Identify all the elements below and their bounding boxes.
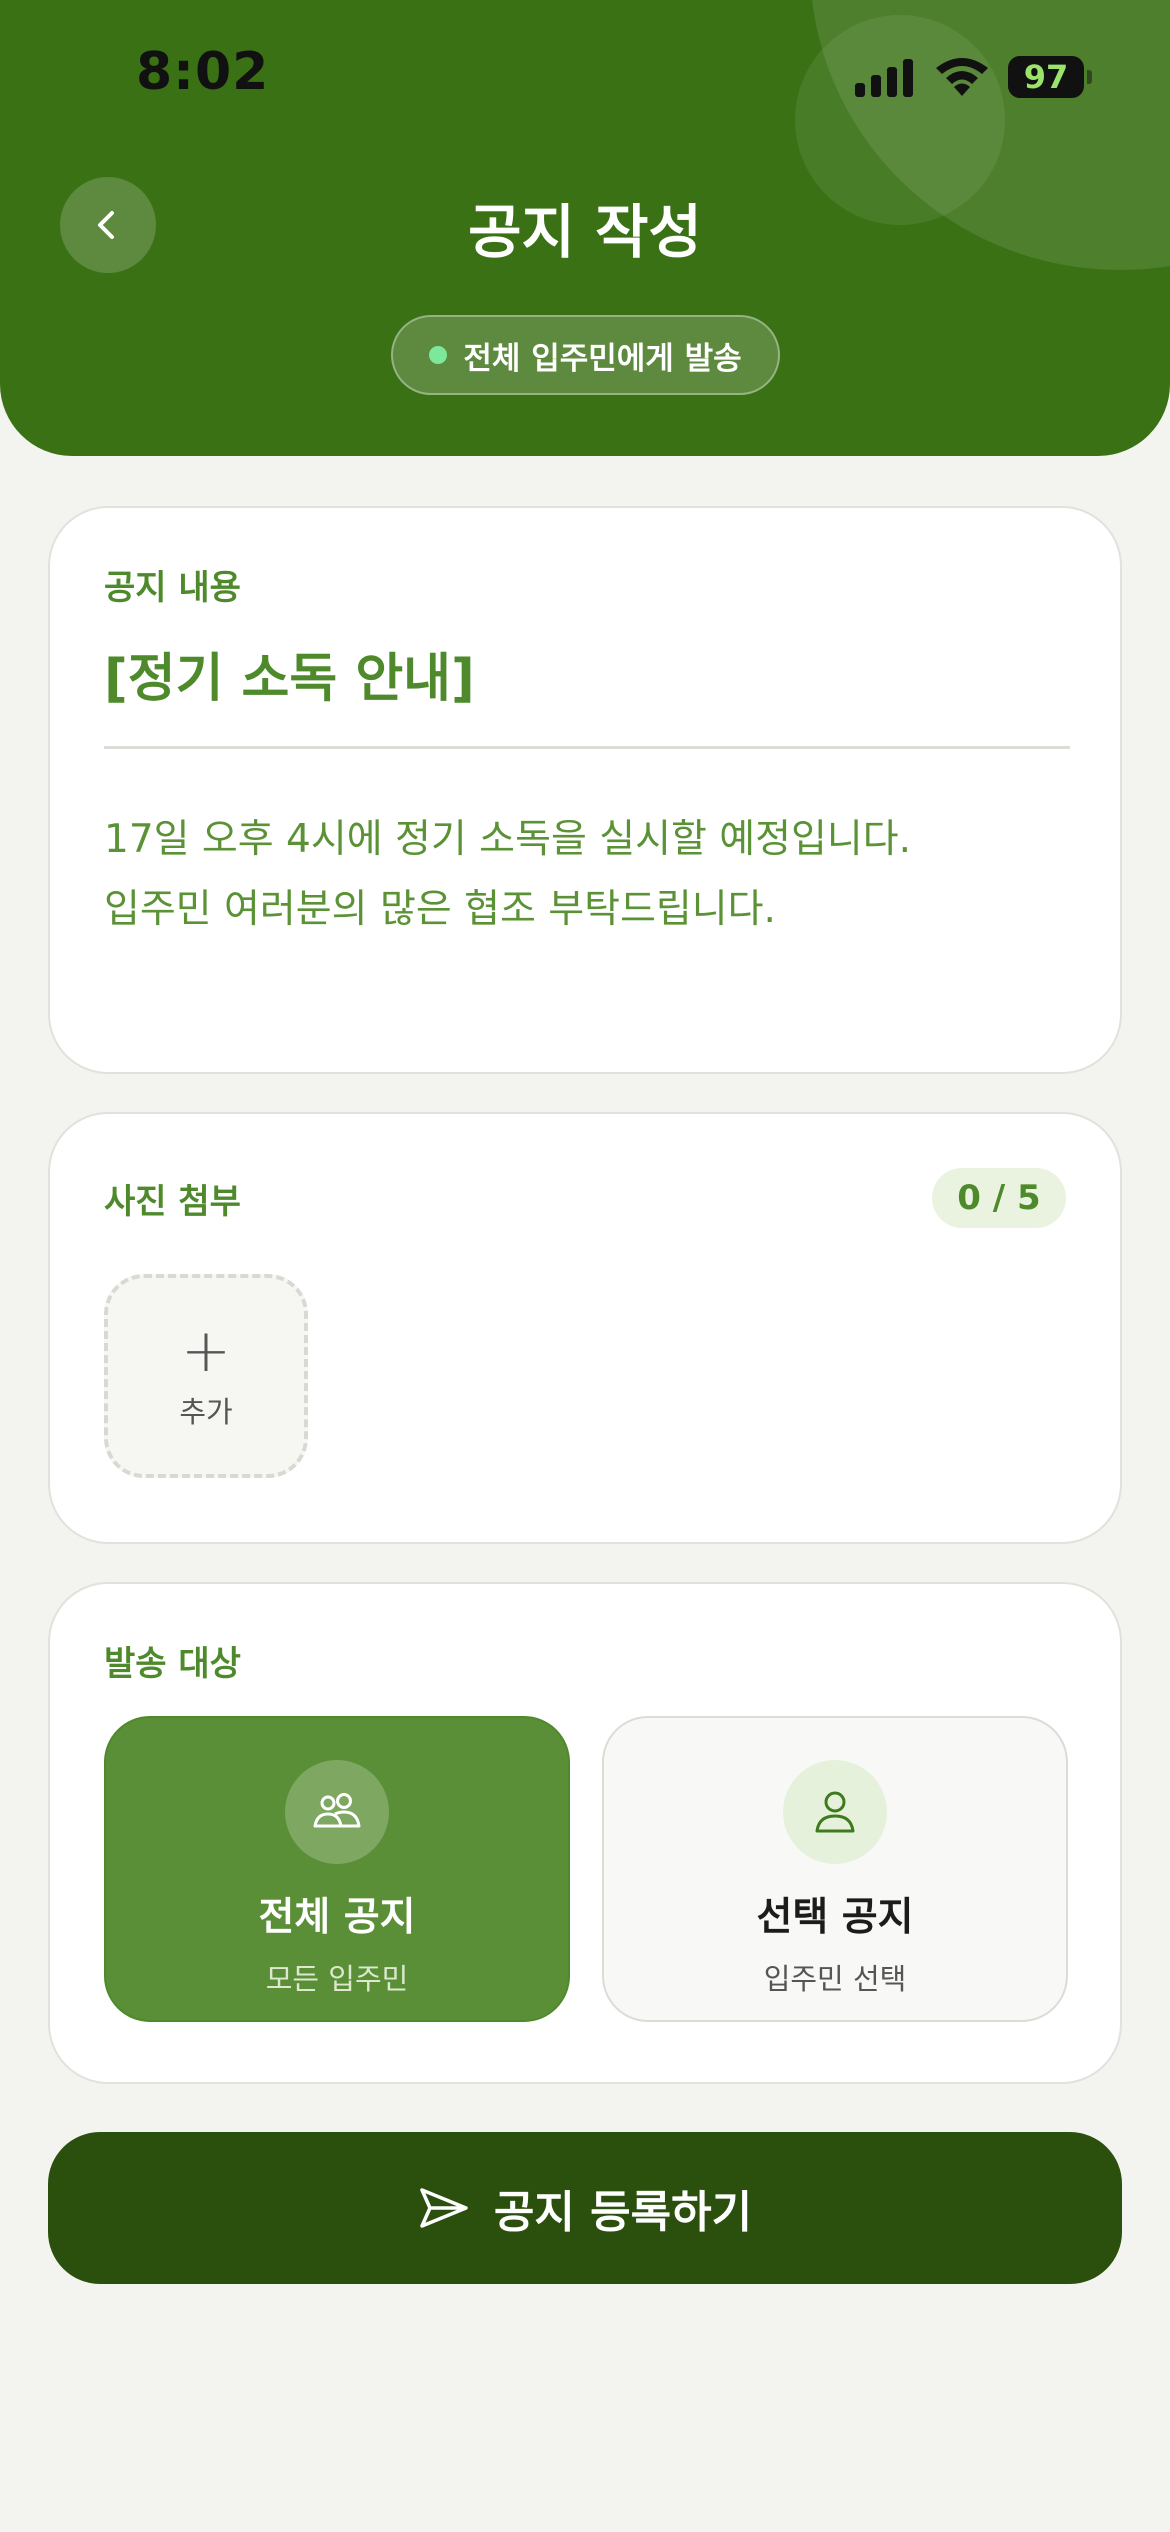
status-dot-icon: [429, 346, 448, 364]
divider: [104, 746, 1070, 749]
notice-body-line: 17일 오후 4시에 정기 소독을 실시할 예정입니다.: [104, 817, 912, 862]
page-title: 공지 작성: [468, 198, 702, 266]
users-icon: [285, 1760, 389, 1864]
audience-badge: 전체 입주민에게 발송: [391, 315, 780, 395]
user-icon: [783, 1760, 887, 1864]
photo-count-badge: 0 / 5: [932, 1168, 1066, 1228]
photo-attach-label: 사진 첨부: [104, 1182, 241, 1222]
header: 8:02 97 공지 작성 전체 입주민에게 발송: [0, 0, 1170, 456]
audience-badge-label: 전체 입주민에게 발송: [463, 340, 742, 377]
status-bar: 8:02 97: [0, 0, 1170, 150]
target-option-select[interactable]: 선택 공지 입주민 선택: [602, 1716, 1068, 2022]
notice-title-input[interactable]: [정기 소독 안내]: [104, 636, 475, 711]
status-time: 8:02: [136, 42, 270, 102]
target-option-subtitle: 입주민 선택: [763, 1962, 907, 1996]
cellular-signal-icon: [855, 57, 915, 97]
battery-icon: 97: [1008, 56, 1084, 98]
send-icon: [420, 2188, 468, 2228]
submit-notice-label: 공지 등록하기: [493, 2187, 753, 2238]
wifi-icon: [936, 58, 988, 96]
battery-tip: [1087, 70, 1092, 84]
send-target-card: 발송 대상 전체 공지 모든 입주민 선택 공지 입주민 선택: [48, 1582, 1122, 2084]
notice-content-label: 공지 내용: [104, 568, 241, 608]
submit-notice-button[interactable]: 공지 등록하기: [48, 2132, 1122, 2284]
add-photo-button[interactable]: + 추가: [104, 1274, 308, 1478]
notice-body-line: 입주민 여러분의 많은 협조 부탁드립니다.: [104, 887, 776, 932]
target-option-title: 선택 공지: [756, 1895, 914, 1940]
send-target-label: 발송 대상: [104, 1644, 241, 1684]
add-photo-label: 추가: [179, 1395, 233, 1429]
photo-attach-card: 사진 첨부 0 / 5 + 추가: [48, 1112, 1122, 1544]
target-option-title: 전체 공지: [258, 1895, 416, 1940]
target-option-subtitle: 모든 입주민: [265, 1962, 409, 1996]
notice-content-card: 공지 내용 [정기 소독 안내] 17일 오후 4시에 정기 소독을 실시할 예…: [48, 506, 1122, 1074]
plus-icon: +: [180, 1316, 232, 1386]
target-option-all[interactable]: 전체 공지 모든 입주민: [104, 1716, 570, 2022]
